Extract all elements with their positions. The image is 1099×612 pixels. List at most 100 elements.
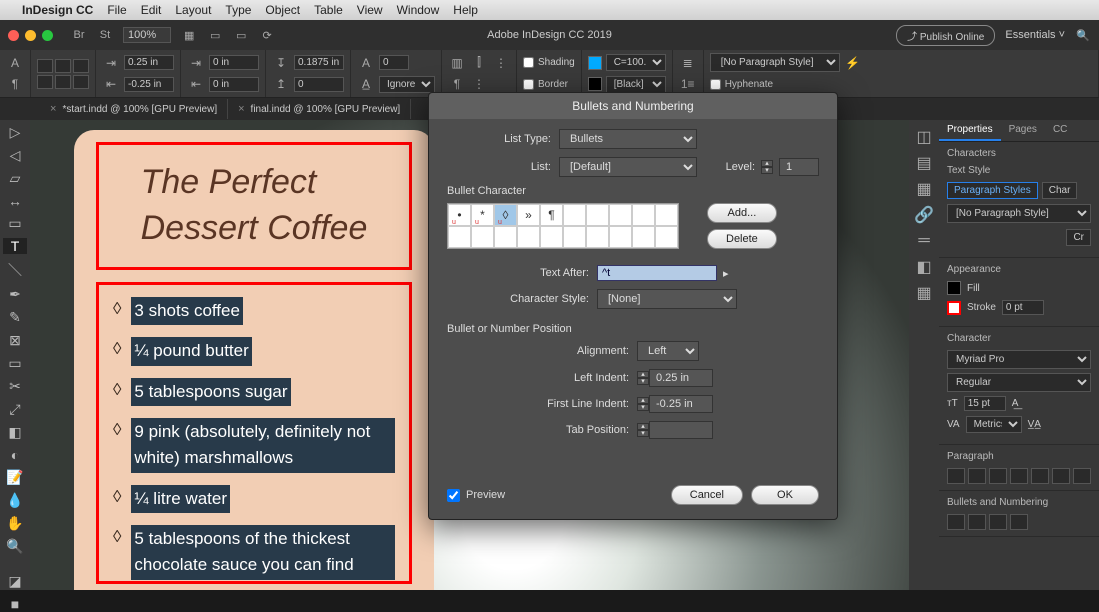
selection-tool-icon[interactable]: ▷ [3,124,27,141]
pages-icon[interactable]: ▤ [914,154,934,172]
first-line-field[interactable] [124,77,174,92]
stroke-swatch[interactable] [947,301,961,315]
eyedropper-icon[interactable]: 💧 [3,492,27,509]
cancel-button[interactable]: Cancel [671,485,743,505]
fill-stroke-icon[interactable]: ◪ [3,573,27,590]
list-type-select[interactable]: Bullets [559,129,697,149]
close-tab-icon[interactable]: × [50,103,56,115]
page-tool-icon[interactable]: ▱ [3,170,27,187]
pen-tool-icon[interactable]: ✒ [3,286,27,303]
publish-online-button[interactable]: ⤴ Publish Online [896,25,995,46]
shading-checkbox[interactable] [523,57,534,68]
quick-apply-icon[interactable]: ⚡ [844,54,862,72]
menu-type[interactable]: Type [225,3,251,17]
left-indent-field[interactable] [649,369,713,387]
numbering-icon[interactable]: 1≡ [679,75,697,93]
menu-file[interactable]: File [107,3,126,17]
rectangle-frame-icon[interactable]: ⊠ [3,332,27,349]
glyph-cell[interactable]: •u [448,204,471,226]
menu-layout[interactable]: Layout [175,3,211,17]
tab-cc[interactable]: CC [1045,120,1075,141]
dropcap-lines-field[interactable] [379,55,409,70]
rectangle-tool-icon[interactable]: ▭ [3,355,27,372]
close-icon[interactable] [8,30,19,41]
glyph-cell[interactable]: » [517,204,540,226]
hyphenate-checkbox[interactable] [710,79,721,90]
doc-tab-start[interactable]: ×*start.indd @ 100% [GPU Preview] [40,99,228,119]
menu-object[interactable]: Object [265,3,300,17]
color-icon[interactable]: ◧ [914,258,934,276]
bullet-glyph-grid[interactable]: •u *u ◊u » ¶ [447,203,679,249]
glyph-cell-selected[interactable]: ◊u [494,204,517,226]
arrange-icon[interactable]: ▭ [207,27,223,43]
alignment-select[interactable]: Left [637,341,699,361]
character-styles-button[interactable]: Char [1042,182,1078,199]
direction-icon[interactable]: ¶ [448,75,466,93]
paragraph-style-select[interactable]: [No Paragraph Style] [710,53,840,72]
content-collector-icon[interactable]: ▭ [3,215,27,232]
first-line-indent-field[interactable] [649,395,713,413]
space-before-field[interactable] [294,55,344,70]
gap-tool-icon[interactable]: ↔ [3,193,27,209]
type-tool-icon[interactable]: T [3,238,27,254]
delete-glyph-button[interactable]: Delete [707,229,777,249]
border-swatch-select[interactable]: [Black] [606,76,666,93]
menu-help[interactable]: Help [453,3,478,17]
level-stepper[interactable]: ▴▾ [761,160,773,174]
menu-view[interactable]: View [357,3,383,17]
right-indent-field[interactable] [209,55,259,70]
tab-position-stepper[interactable]: ▴▾ [637,423,649,437]
border-swatch[interactable] [588,77,602,91]
columns-icon[interactable]: ▥ [448,54,466,72]
space-after-field[interactable] [294,77,344,92]
search-icon[interactable]: 🔍 [1075,27,1091,43]
view-options-icon[interactable]: ▦ [181,27,197,43]
shading-swatch-select[interactable]: C=100... [606,54,666,71]
text-after-field[interactable] [597,265,717,281]
app-menu[interactable]: InDesign CC [22,3,93,17]
minimize-icon[interactable] [25,30,36,41]
direct-selection-tool-icon[interactable]: ◁ [3,147,27,164]
title-frame[interactable]: The PerfectDessert Coffee [96,142,412,270]
kerning-select[interactable]: Metrics [966,416,1022,433]
cc-libraries-icon[interactable]: ◫ [914,128,934,146]
last-line-field[interactable] [209,77,259,92]
screen-mode-icon[interactable]: ▭ [233,27,249,43]
stroke-icon[interactable]: ═ [914,232,934,250]
note-tool-icon[interactable]: 📝 [3,469,27,486]
maximize-icon[interactable] [42,30,53,41]
doc-tab-final[interactable]: ×final.indd @ 100% [GPU Preview] [228,99,411,119]
swatches-icon[interactable]: ▦ [914,284,934,302]
left-indent-field[interactable] [124,55,174,70]
zoom-tool-icon[interactable]: 🔍 [3,538,27,555]
menu-edit[interactable]: Edit [141,3,162,17]
text-after-flyout-icon[interactable]: ▸ [723,267,729,280]
tab-position-field[interactable] [649,421,713,439]
bullets-buttons[interactable] [947,514,1091,530]
para-formatting-icon[interactable]: ¶ [6,75,24,93]
ingredients-frame[interactable]: ◊3 shots coffee ◊¼ pound butter ◊5 table… [96,282,412,584]
workspace-switcher[interactable]: Essentials ˅ [1005,29,1065,41]
free-transform-icon[interactable]: ⤢ [3,401,27,418]
close-tab-icon[interactable]: × [238,103,244,115]
stroke-weight-field[interactable] [1002,300,1044,315]
layers-icon[interactable]: ▦ [914,180,934,198]
border-checkbox[interactable] [523,79,534,90]
bridge-icon[interactable]: Br [71,27,87,43]
para-align-group[interactable] [37,59,89,89]
list-select[interactable]: [Default] [559,157,697,177]
tab-pages[interactable]: Pages [1001,120,1045,141]
level-field[interactable] [779,158,819,176]
glyph-cell[interactable]: *u [471,204,494,226]
font-family-select[interactable]: Myriad Pro [947,350,1091,369]
ok-button[interactable]: OK [751,485,819,505]
gpu-icon[interactable]: ⟳ [259,27,275,43]
paragraph-styles-button[interactable]: Paragraph Styles [947,182,1038,199]
menu-window[interactable]: Window [397,3,440,17]
char-formatting-icon[interactable]: A [6,54,24,72]
links-icon[interactable]: 🔗 [914,206,934,224]
pencil-tool-icon[interactable]: ✎ [3,309,27,326]
applied-para-style-select[interactable]: [No Paragraph Style] [947,204,1091,223]
first-line-stepper[interactable]: ▴▾ [637,397,649,411]
left-indent-stepper[interactable]: ▴▾ [637,371,649,385]
